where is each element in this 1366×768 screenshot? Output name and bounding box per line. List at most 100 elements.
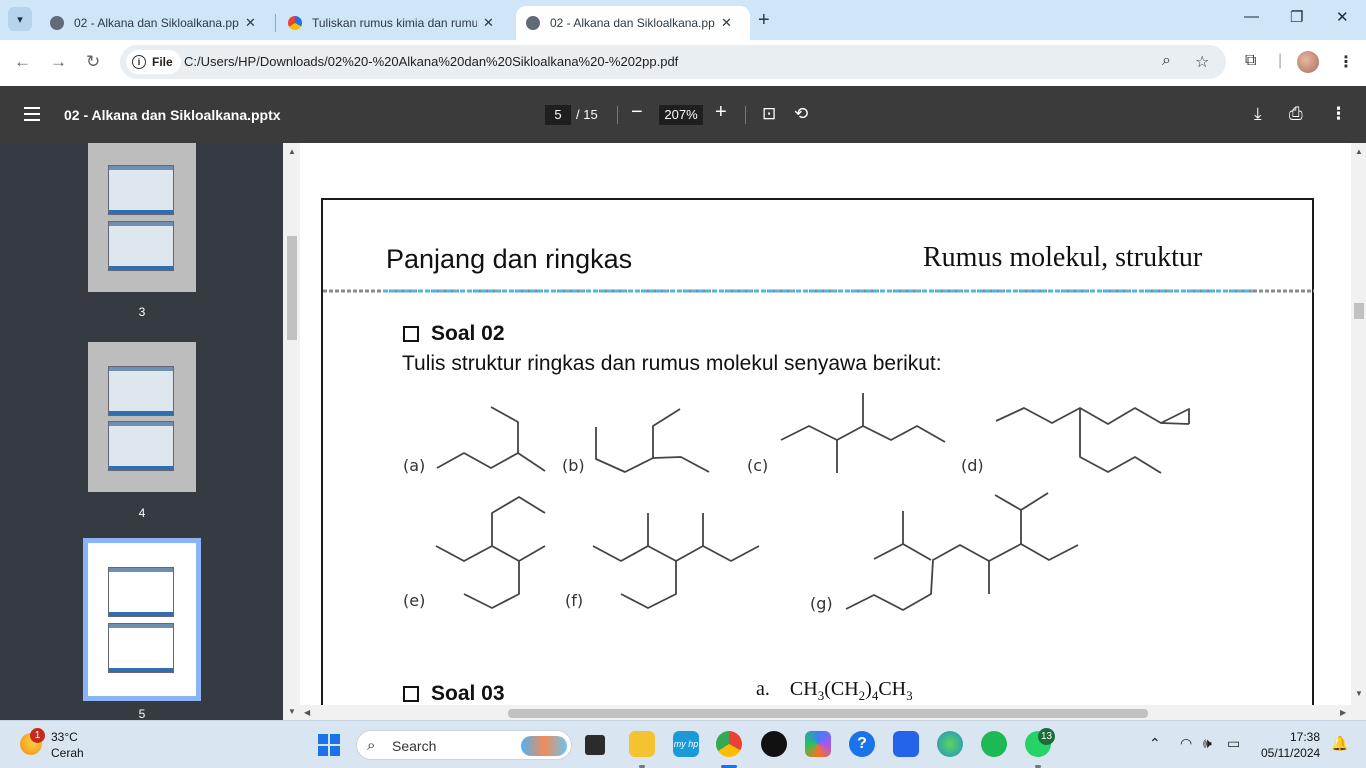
forward-arrow-icon[interactable]: → bbox=[50, 52, 67, 72]
zoom-in-button[interactable]: + bbox=[715, 101, 727, 124]
pdf-toolbar: 02 - Alkana dan Sikloalkana.pptx 5 / 15 … bbox=[0, 86, 1366, 143]
zoom-icon[interactable]: ⌕ bbox=[1162, 52, 1171, 70]
reload-icon[interactable]: ↻ bbox=[86, 52, 100, 72]
thumbnail-slide bbox=[108, 567, 174, 617]
page-thumbnail-3[interactable] bbox=[88, 143, 196, 292]
formula-part: ) bbox=[865, 678, 872, 700]
menu-hamburger-icon[interactable] bbox=[24, 107, 40, 121]
weather-description[interactable]: Cerah bbox=[51, 746, 84, 760]
tab-title: 02 - Alkana dan Sikloalkana.pptx bbox=[550, 16, 715, 30]
tab-1[interactable]: 02 - Alkana dan Sikloalkana.pptx ✕ bbox=[40, 6, 266, 40]
structure-g-left bbox=[873, 543, 932, 561]
tab-close-icon[interactable]: ✕ bbox=[245, 15, 256, 31]
scroll-down-arrow-icon[interactable]: ▼ bbox=[1355, 689, 1363, 698]
tab-2[interactable]: Tuliskan rumus kimia dan rumus ✕ bbox=[278, 6, 504, 40]
download-icon[interactable]: ⤓ bbox=[1254, 104, 1262, 124]
zoom-level-input[interactable]: 207% bbox=[659, 105, 703, 125]
taskbar-search[interactable]: ⌕ Search bbox=[356, 730, 572, 760]
extensions-icon[interactable]: ⧉ bbox=[1245, 52, 1256, 70]
new-tab-button[interactable]: + bbox=[758, 9, 770, 32]
file-explorer-icon[interactable] bbox=[629, 731, 655, 757]
thumbnail-page-number: 3 bbox=[138, 305, 146, 319]
scrollbar-thumb[interactable] bbox=[1354, 303, 1364, 319]
toolbar-divider: | bbox=[1278, 52, 1283, 69]
structure-label-a: (a) bbox=[403, 456, 426, 475]
tab-title: 02 - Alkana dan Sikloalkana.pptx bbox=[74, 16, 239, 30]
chevron-up-icon[interactable]: ⌃ bbox=[1149, 735, 1161, 752]
tab-close-icon[interactable]: ✕ bbox=[721, 15, 732, 31]
soal-03-title: Soal 03 bbox=[431, 682, 505, 705]
tab-strip: ▾ 02 - Alkana dan Sikloalkana.pptx ✕ Tul… bbox=[0, 0, 1366, 40]
clock-time[interactable]: 17:38 bbox=[1290, 730, 1320, 744]
site-info-chip[interactable]: i File bbox=[126, 50, 181, 74]
scrollbar-thumb[interactable] bbox=[508, 709, 1148, 718]
weather-temperature[interactable]: 33°C bbox=[51, 730, 78, 744]
volume-icon[interactable]: 🕪 bbox=[1203, 735, 1212, 752]
fit-page-icon[interactable]: ⊡ bbox=[762, 104, 776, 124]
page-thumbnail-4[interactable] bbox=[88, 342, 196, 492]
edge-icon[interactable] bbox=[937, 731, 963, 757]
thumbnail-slide bbox=[108, 165, 174, 215]
scroll-left-arrow-icon[interactable]: ◀ bbox=[304, 708, 310, 717]
structure-d bbox=[995, 407, 1190, 425]
profile-avatar[interactable] bbox=[1297, 51, 1319, 73]
sidebar-scrollbar[interactable]: ▲ ▼ bbox=[283, 143, 300, 720]
scroll-up-arrow-icon[interactable]: ▲ bbox=[1355, 147, 1363, 156]
structure-c bbox=[780, 425, 946, 443]
structure-label-b: (b) bbox=[562, 456, 585, 475]
page-thumbnail-5-active[interactable] bbox=[83, 538, 201, 701]
spotify-icon[interactable] bbox=[981, 731, 1007, 757]
get-help-icon[interactable]: ? bbox=[849, 731, 875, 757]
formula-part: CH bbox=[878, 678, 907, 700]
minimize-button[interactable]: — bbox=[1244, 8, 1259, 25]
tab-separator bbox=[275, 14, 276, 32]
tab-title: Tuliskan rumus kimia dan rumus bbox=[312, 16, 477, 30]
wifi-icon[interactable]: ◠ bbox=[1180, 735, 1192, 752]
clock-date[interactable]: 05/11/2024 bbox=[1261, 746, 1320, 760]
pdf-viewport[interactable]: ▲ ▼ Panjang dan ringkas Rumus molekul, s… bbox=[283, 143, 1366, 720]
scheme-label: File bbox=[152, 55, 173, 69]
search-label: Search bbox=[392, 738, 437, 754]
more-actions-icon[interactable]: ⋮ bbox=[1330, 104, 1347, 124]
print-icon[interactable]: ⎙ bbox=[1289, 104, 1303, 124]
document-scrollbar[interactable]: ▲ ▼ bbox=[1351, 143, 1366, 720]
microsoft-store-icon[interactable] bbox=[893, 731, 919, 757]
page-number-input[interactable]: 5 bbox=[545, 105, 571, 125]
bookmark-star-icon[interactable]: ☆ bbox=[1195, 52, 1209, 72]
globe-icon bbox=[50, 16, 64, 30]
close-window-button[interactable]: ✕ bbox=[1336, 8, 1349, 26]
copilot-icon[interactable] bbox=[805, 731, 831, 757]
scroll-up-arrow-icon[interactable]: ▲ bbox=[288, 147, 296, 156]
thumbnail-page-number: 5 bbox=[138, 707, 146, 720]
notification-bell-icon[interactable]: 🔔 bbox=[1331, 735, 1348, 752]
tiktok-icon[interactable] bbox=[761, 731, 787, 757]
rotate-icon[interactable]: ⟲ bbox=[794, 104, 808, 124]
tab-close-icon[interactable]: ✕ bbox=[483, 15, 494, 31]
tab-3-active[interactable]: 02 - Alkana dan Sikloalkana.pptx ✕ bbox=[516, 6, 750, 40]
chrome-icon[interactable] bbox=[716, 731, 742, 757]
url-text[interactable]: C:/Users/HP/Downloads/02%20-%20Alkana%20… bbox=[184, 54, 678, 69]
checkbox-square-icon bbox=[403, 686, 419, 702]
address-bar[interactable]: i File C:/Users/HP/Downloads/02%20-%20Al… bbox=[120, 45, 1226, 79]
zoom-out-button[interactable]: − bbox=[631, 101, 643, 124]
thumbnail-sidebar[interactable]: 3 4 5 bbox=[0, 143, 283, 720]
battery-icon[interactable]: ▭ bbox=[1227, 735, 1240, 752]
myhp-app-icon[interactable]: my hp bbox=[673, 731, 699, 757]
structure-e-branch-up bbox=[491, 496, 546, 546]
thumbnail-slide bbox=[108, 421, 174, 471]
back-arrow-icon[interactable]: ← bbox=[14, 52, 31, 72]
tab-search-button[interactable]: ▾ bbox=[8, 7, 32, 31]
scrollbar-thumb[interactable] bbox=[287, 236, 297, 340]
structure-label-c: (c) bbox=[747, 456, 769, 475]
toolbar-separator bbox=[617, 106, 618, 124]
start-windows-icon[interactable] bbox=[318, 734, 340, 756]
page-total: / 15 bbox=[576, 107, 598, 122]
task-view-icon[interactable] bbox=[585, 735, 605, 755]
scroll-down-arrow-icon[interactable]: ▼ bbox=[288, 707, 296, 716]
horizontal-scrollbar[interactable]: ◀ ▶ bbox=[300, 705, 1351, 720]
browser-menu-icon[interactable]: ⋮ bbox=[1338, 52, 1354, 72]
scroll-right-arrow-icon[interactable]: ▶ bbox=[1340, 708, 1346, 717]
toolbar-separator bbox=[745, 106, 746, 124]
structure-a-branch bbox=[490, 406, 519, 453]
restore-button[interactable]: ❐ bbox=[1290, 8, 1303, 26]
